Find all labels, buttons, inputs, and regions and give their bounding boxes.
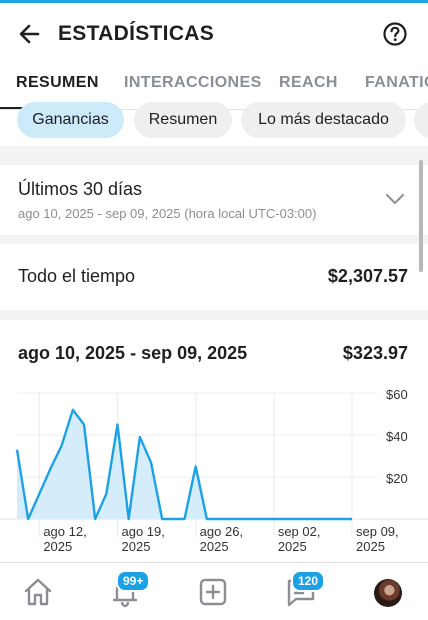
- chip-resumen[interactable]: Resumen: [134, 102, 232, 138]
- x-tick-label: ago 26,: [200, 524, 243, 539]
- section-divider: [0, 310, 428, 320]
- y-tick-label: $40: [386, 429, 408, 444]
- range-label: ago 10, 2025 - sep 09, 2025: [18, 343, 248, 363]
- all-time-value: $2,307.57: [327, 266, 408, 286]
- x-tick-label: 2025: [278, 539, 307, 554]
- earnings-chart-svg: $60$40$20ago 12,2025ago 19,2025ago 26,20…: [0, 387, 428, 554]
- filter-chips: Ganancias Resumen Lo más destacado: [0, 100, 428, 146]
- x-tick-label: 2025: [200, 539, 229, 554]
- x-tick-label: ago 12,: [43, 524, 86, 539]
- y-tick-label: $20: [386, 471, 408, 486]
- bottom-nav: 99+ 120: [0, 562, 428, 620]
- section-divider: [0, 146, 428, 165]
- tab-fanatic[interactable]: FANATIC: [365, 74, 428, 92]
- x-tick-label: sep 09,: [356, 524, 399, 539]
- x-tick-label: 2025: [356, 539, 385, 554]
- all-time-row: Todo el tiempo $2,307.57: [0, 244, 428, 310]
- header: ESTADÍSTICAS: [0, 4, 428, 62]
- x-tick-label: 2025: [43, 539, 72, 554]
- y-tick-label: $60: [386, 387, 408, 402]
- earnings-chart: $60 $40 $20 ago 12, 2025 ago 19, 2025 ago 26, 20…: [0, 385, 428, 563]
- back-arrow-icon[interactable]: [16, 20, 44, 48]
- period-title: Últimos 30 días: [18, 179, 143, 199]
- range-row: ago 10, 2025 - sep 09, 2025 $323.97: [0, 320, 428, 380]
- add-post-icon[interactable]: [196, 575, 230, 609]
- chevron-down-icon: [386, 194, 404, 204]
- period-subtitle: ago 10, 2025 - sep 09, 2025 (hora local …: [18, 206, 317, 221]
- all-time-label: Todo el tiempo: [18, 266, 136, 286]
- messages-badge: 120: [291, 570, 326, 592]
- x-tick-label: ago 19,: [122, 524, 165, 539]
- page-title: ESTADÍSTICAS: [58, 22, 215, 45]
- section-divider: [0, 235, 428, 244]
- tab-resumen[interactable]: RESUMEN: [16, 74, 99, 92]
- help-icon[interactable]: [382, 21, 408, 47]
- x-tick-label: sep 02,: [278, 524, 321, 539]
- home-icon[interactable]: [21, 575, 55, 609]
- chip-ganancias[interactable]: Ganancias: [17, 102, 124, 138]
- chip-overflow[interactable]: [414, 102, 428, 138]
- tab-reach[interactable]: REACH: [279, 74, 338, 92]
- notifications-badge: 99+: [116, 570, 151, 592]
- x-tick-label: 2025: [122, 539, 151, 554]
- chip-lo-mas-destacado[interactable]: Lo más destacado: [241, 102, 406, 138]
- range-value: $323.97: [342, 343, 408, 363]
- scrollbar[interactable]: [419, 160, 423, 272]
- tab-interacciones[interactable]: INTERACCIONES: [124, 74, 262, 92]
- period-selector[interactable]: Últimos 30 días ago 10, 2025 - sep 09, 2…: [0, 165, 428, 235]
- avatar[interactable]: [374, 579, 402, 607]
